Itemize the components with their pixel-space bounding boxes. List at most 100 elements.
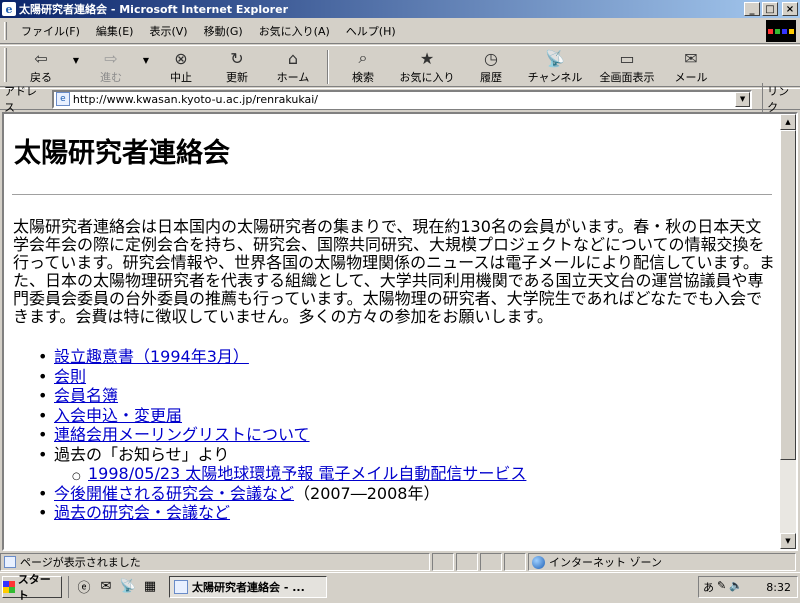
menu-edit[interactable]: 編集(E) [88,21,142,41]
status-cell [504,553,526,571]
fullscreen-label: 全画面表示 [599,71,655,84]
page-icon: e [55,92,70,106]
list-item: 連絡会用メーリングリストについて [38,425,772,445]
history-button[interactable]: ◷ 履歴 [463,48,519,86]
toolbar-separator [327,50,329,84]
ime-icon[interactable]: あ [703,579,714,595]
channels-button[interactable]: 📡 チャンネル [519,48,591,86]
back-button[interactable]: ⇦ 戻る [13,48,69,86]
status-text: ページが表示されました [20,556,141,569]
scroll-thumb[interactable] [780,130,796,460]
favorites-icon: ★ [419,48,435,68]
mail-icon: ✉ [684,48,698,68]
links-button[interactable]: リンク [762,83,800,115]
toolbar-grip[interactable] [4,21,7,40]
forward-dropdown[interactable]: ▼ [139,48,153,86]
menu-favorites[interactable]: お気に入り(A) [251,21,338,41]
link-mailing-list[interactable]: 連絡会用メーリングリストについて [54,425,310,444]
browser-window: e 太陽研究者連絡会 - Microsoft Internet Explorer… [0,0,800,572]
menu-go[interactable]: 移動(G) [196,21,251,41]
list-item: 入会申込・変更届 [38,406,772,426]
channels-quicklaunch-icon[interactable]: 📡 [119,578,137,596]
outlook-quicklaunch-icon[interactable]: ✉ [97,578,115,596]
address-label: アドレス [4,85,37,114]
zone-text: インターネット ゾーン [549,556,662,569]
stop-icon: ⊗ [174,48,188,68]
speaker-icon[interactable]: 🔈 [729,579,743,595]
mail-label: メール [674,71,708,84]
forward-arrow-icon: ⇨ [104,48,118,68]
maximize-button[interactable]: □ [762,2,778,16]
home-label: ホーム [276,71,310,84]
link-past-news-item[interactable]: 1998/05/23 太陽地球環境予報 電子メイル自動配信サービス [88,464,526,483]
search-icon: ⌕ [358,48,368,67]
scroll-up-button[interactable]: ▲ [780,114,796,130]
link-membership[interactable]: 入会申込・変更届 [54,406,182,425]
favorites-button[interactable]: ★ お気に入り [391,48,463,86]
page-description: 太陽研究者連絡会は日本国内の太陽研究者の集まりで、現在約130名の会員がいます。… [13,217,775,326]
refresh-button[interactable]: ↻ 更新 [209,48,265,86]
page-done-icon [4,556,16,568]
status-cell [432,553,454,571]
status-bar: ページが表示されました インターネット ゾーン [0,552,800,572]
link-prospectus[interactable]: 設立趣意書（1994年3月） [54,347,249,366]
page-title: 太陽研究者連絡会 [14,138,230,169]
task-label: 太陽研究者連絡会 - ... [192,580,305,594]
menu-view[interactable]: 表示(V) [141,21,195,41]
scroll-down-button[interactable]: ▼ [780,533,796,549]
minimize-button[interactable]: _ [744,2,760,16]
list-item: 設立趣意書（1994年3月） [38,347,772,367]
favorites-label: お気に入り [399,71,455,84]
internet-zone-icon [532,555,545,569]
sub-list: 1998/05/23 太陽地球環境予報 電子メイル自動配信サービス [72,464,772,486]
menu-file[interactable]: ファイル(F) [13,21,88,41]
home-icon: ⌂ [287,48,299,68]
security-zone: インターネット ゾーン [528,553,796,571]
ie-logo-icon: e [2,2,16,16]
quick-launch: ⓔ ✉ 📡 ▦ [68,575,163,598]
windows-flag-icon [3,580,15,593]
desktop-quicklaunch-icon[interactable]: ▦ [141,578,159,596]
url-input[interactable] [72,92,733,106]
title-bar: e 太陽研究者連絡会 - Microsoft Internet Explorer… [0,0,800,18]
windows-logo-icon [766,20,796,42]
ie-quicklaunch-icon[interactable]: ⓔ [75,578,93,596]
fullscreen-icon: ▭ [619,48,635,68]
menu-help[interactable]: ヘルプ(H) [338,21,404,41]
toolbar-grip[interactable] [4,48,7,82]
home-button[interactable]: ⌂ ホーム [265,48,321,86]
search-label: 検索 [352,71,374,84]
taskbar-ie-window[interactable]: 太陽研究者連絡会 - ... [169,575,327,598]
address-dropdown-button[interactable]: ▼ [735,91,751,107]
pen-icon[interactable]: ✎ [717,579,726,595]
status-cell [480,553,502,571]
link-upcoming[interactable]: 今後開催される研究会・会議など [54,484,294,503]
mail-button[interactable]: ✉ メール [663,48,719,86]
refresh-label: 更新 [226,71,248,84]
link-list: 設立趣意書（1994年3月） 会則 会員名簿 入会申込・変更届 連絡会用メーリン… [38,347,772,523]
back-dropdown[interactable]: ▼ [69,48,83,86]
link-members[interactable]: 会員名簿 [54,386,118,405]
back-arrow-icon: ⇦ [34,48,48,68]
taskbar: スタート ⓔ ✉ 📡 ▦ 太陽研究者連絡会 - ... あ ✎ 🔈 8:32 [0,572,800,602]
stop-label: 中止 [170,71,192,84]
fullscreen-button[interactable]: ▭ 全画面表示 [591,48,663,86]
start-button[interactable]: スタート [2,573,62,602]
close-button[interactable]: × [782,2,798,16]
list-item: 過去の研究会・会議など [38,503,772,523]
forward-button[interactable]: ⇨ 進む [83,48,139,86]
stop-button[interactable]: ⊗ 中止 [153,48,209,86]
list-item: 今後開催される研究会・会議など（2007―2008年） [38,484,772,504]
sub-list-item: 1998/05/23 太陽地球環境予報 電子メイル自動配信サービス [72,464,772,486]
list-item: 過去の「お知らせ」より 1998/05/23 太陽地球環境予報 電子メイル自動配… [38,444,772,486]
address-field[interactable]: e ▼ [51,89,753,109]
page-viewport: 太陽研究者連絡会 太陽研究者連絡会は日本国内の太陽研究者の集まりで、現在約130… [2,112,798,551]
search-button[interactable]: ⌕ 検索 [335,48,391,86]
clock: 8:32 [766,580,791,594]
history-label: 履歴 [480,71,502,84]
past-news-label: 過去の「お知らせ」より [54,444,230,464]
link-rules[interactable]: 会則 [54,367,86,386]
vertical-scrollbar[interactable]: ▲ ▼ [780,114,796,549]
upcoming-suffix: （2007―2008年） [294,483,440,503]
link-past-meetings[interactable]: 過去の研究会・会議など [54,503,230,522]
